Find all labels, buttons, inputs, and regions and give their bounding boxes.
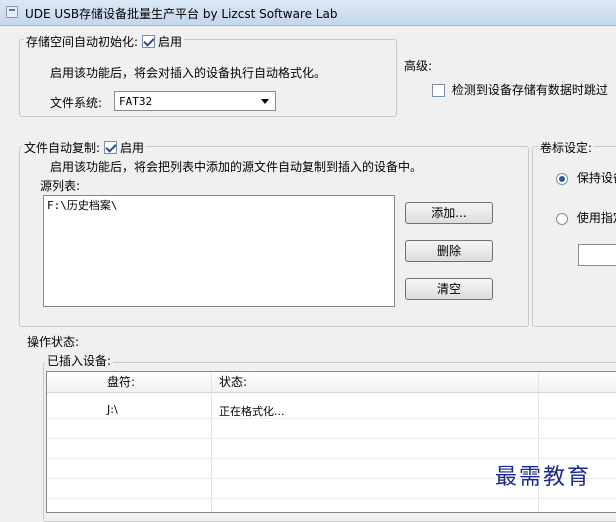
table-row-status[interactable]: 正在格式化... [219,403,285,419]
file-copy-description: 启用该功能后，将会把列表中添加的源文件自动复制到插入的设备中。 [50,160,423,174]
title-bar: UDE USB存储设备批量生产平台 by Lizcst Software Lab [0,0,616,26]
row-line [47,438,616,439]
app-icon [6,6,18,18]
source-list-label: 源列表: [40,179,81,193]
storage-init-title: 存储空间自动初始化: [26,35,139,49]
delete-button[interactable]: 删除 [405,240,493,262]
file-system-value: FAT32 [119,95,153,108]
file-copy-title: 文件自动复制: [24,141,101,155]
file-copy-enable-checkbox[interactable] [104,141,118,154]
storage-init-legend: 存储空间自动初始化: 启用 [24,33,185,50]
clear-button[interactable]: 清空 [405,278,493,300]
add-button[interactable]: 添加... [405,202,493,224]
volume-keep-radio[interactable] [556,172,568,185]
file-copy-legend: 文件自动复制: 启用 [22,139,147,156]
window-title: UDE USB存储设备批量生产平台 by Lizcst Software Lab [25,7,338,21]
volume-label-legend: 卷标设定: [538,139,595,156]
column-separator [538,372,539,512]
column-status[interactable]: 状态: [219,372,247,392]
devices-table-header: 盘符: 状态: [47,372,616,393]
status-label: 操作状态: [27,335,80,349]
file-copy-enable-label[interactable]: 启用 [120,139,144,156]
volume-use-radio[interactable] [556,212,568,225]
volume-use-option[interactable]: 使用指定 [556,209,616,226]
volume-keep-option[interactable]: 保持设备 [556,169,616,186]
advanced-label: 高级: [404,59,433,73]
watermark: 最需教育 [495,465,592,490]
storage-init-description: 启用该功能后，将会对插入的设备执行自动格式化。 [50,66,327,80]
source-list-item[interactable]: F:\历史档案\ [44,196,394,214]
inserted-devices-legend: 已插入设备: [45,352,114,369]
dropdown-arrow-icon [261,99,269,104]
advanced-skip-option[interactable]: 检测到设备存储有数据时跳过 [432,81,608,98]
skip-data-label[interactable]: 检测到设备存储有数据时跳过 [452,83,608,97]
source-list[interactable]: F:\历史档案\ [43,195,395,307]
skip-data-checkbox[interactable] [432,84,445,97]
volume-keep-label[interactable]: 保持设备 [577,171,616,185]
table-row-drive[interactable]: J:\ [107,403,118,416]
column-separator [211,372,212,512]
devices-table[interactable]: 盘符: 状态: J:\ 正在格式化... [46,371,616,513]
row-line [47,498,616,499]
column-drive[interactable]: 盘符: [107,372,135,392]
volume-label-input[interactable] [578,244,616,266]
file-system-select[interactable]: FAT32 [114,91,276,111]
storage-init-enable-checkbox[interactable] [142,35,156,48]
row-line [47,418,616,419]
volume-use-label[interactable]: 使用指定 [577,211,616,225]
file-system-label: 文件系统: [50,96,103,110]
storage-init-enable-label[interactable]: 启用 [158,33,182,50]
